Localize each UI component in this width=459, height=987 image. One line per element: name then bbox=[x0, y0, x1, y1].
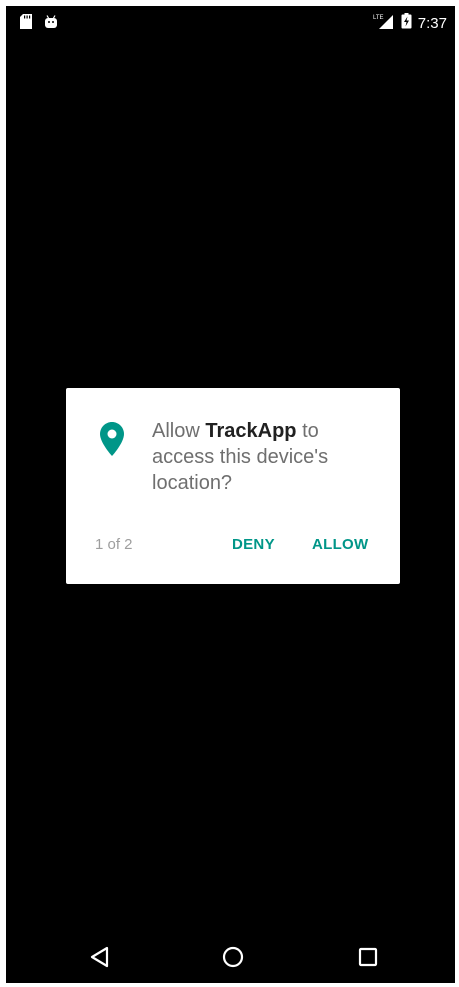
location-pin-icon bbox=[100, 422, 124, 456]
recents-icon bbox=[358, 947, 378, 972]
screen: LTE 7:37 Allow TrackApp to access this d… bbox=[6, 6, 455, 983]
back-button[interactable] bbox=[86, 945, 114, 973]
message-prefix: Allow bbox=[152, 420, 206, 442]
permission-dialog: Allow TrackApp to access this device's l… bbox=[66, 388, 400, 584]
allow-button[interactable]: ALLOW bbox=[308, 528, 372, 562]
battery-charging-icon bbox=[401, 13, 412, 34]
permission-counter: 1 of 2 bbox=[95, 536, 133, 553]
android-icon bbox=[44, 14, 58, 34]
navigation-bar bbox=[6, 935, 455, 983]
deny-button[interactable]: DENY bbox=[228, 528, 279, 562]
status-bar: LTE 7:37 bbox=[6, 6, 455, 40]
permission-message: Allow TrackApp to access this device's l… bbox=[152, 418, 372, 496]
svg-text:LTE: LTE bbox=[373, 15, 384, 21]
lte-signal-icon: LTE bbox=[373, 13, 395, 34]
sd-card-icon bbox=[20, 14, 32, 34]
back-icon bbox=[89, 946, 111, 973]
recents-button[interactable] bbox=[354, 945, 382, 973]
home-button[interactable] bbox=[219, 945, 247, 973]
notification-icons bbox=[20, 14, 58, 34]
app-name: TrackApp bbox=[205, 420, 297, 442]
home-icon bbox=[222, 946, 244, 973]
system-icons: LTE 7:37 bbox=[373, 13, 447, 34]
clock-time: 7:37 bbox=[417, 15, 447, 32]
